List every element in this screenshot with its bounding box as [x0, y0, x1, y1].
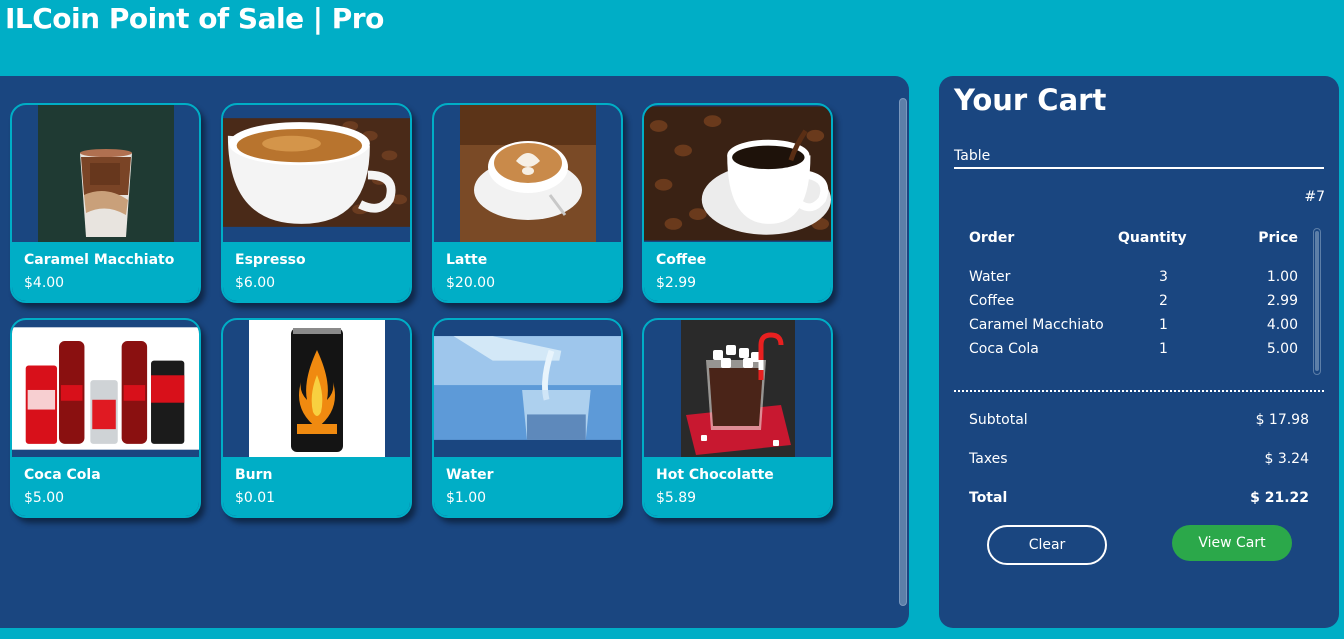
burn-image: [223, 320, 410, 457]
cart-divider: [954, 390, 1324, 392]
cart-item-qty: 2: [1159, 293, 1168, 309]
order-list-scrollbar[interactable]: [1313, 228, 1321, 375]
product-card-espresso[interactable]: Espresso $6.00: [221, 103, 412, 303]
cart-item-qty: 1: [1159, 317, 1168, 333]
cart-item-qty: 3: [1159, 269, 1168, 285]
order-column-header: Order: [969, 230, 1015, 246]
product-card-water[interactable]: Water $1.00: [432, 318, 623, 518]
coffee-image: [644, 105, 831, 242]
product-info: Coca Cola $5.00: [12, 457, 199, 516]
product-info: Caramel Macchiato $4.00: [12, 242, 199, 301]
cart-item-name: Coca Cola: [969, 341, 1039, 357]
app-title: ILCoin Point of Sale | Pro: [5, 2, 384, 35]
product-info: Coffee $2.99: [644, 242, 831, 301]
product-info: Espresso $6.00: [223, 242, 410, 301]
cart-item-price: 1.00: [1266, 269, 1298, 285]
taxes-value: $ 3.24: [1264, 451, 1309, 467]
total-value: $ 21.22: [1250, 490, 1309, 506]
cart-item-name: Water: [969, 269, 1011, 285]
table-field[interactable]: [954, 167, 1324, 169]
product-card-coca-cola[interactable]: Coca Cola $5.00: [10, 318, 201, 518]
latte-image: [434, 105, 621, 242]
taxes-row: Taxes $ 3.24: [969, 451, 1309, 467]
product-card-latte[interactable]: Latte $20.00: [432, 103, 623, 303]
cart-item-qty: 1: [1159, 341, 1168, 357]
product-info: Water $1.00: [434, 457, 621, 516]
cart-item-price: 2.99: [1266, 293, 1298, 309]
cart-item-price: 5.00: [1266, 341, 1298, 357]
product-price: $20.00: [446, 275, 495, 291]
subtotal-label: Subtotal: [969, 412, 1028, 428]
product-name: Coffee: [656, 252, 707, 268]
product-price: $4.00: [24, 275, 65, 291]
product-name: Latte: [446, 252, 488, 268]
product-price: $1.00: [446, 490, 487, 506]
total-row: Total $ 21.22: [969, 490, 1309, 506]
product-info: Burn $0.01: [223, 457, 410, 516]
quantity-column-header: Quantity: [1118, 230, 1187, 246]
product-price: $5.89: [656, 490, 697, 506]
water-image: [434, 320, 621, 457]
cart-title: Your Cart: [954, 83, 1107, 117]
taxes-label: Taxes: [969, 451, 1008, 467]
price-column-header: Price: [1258, 230, 1298, 246]
hot-chocolatte-image: [644, 320, 831, 457]
caramel-macchiato-image: [12, 105, 199, 242]
cart-item-name: Coffee: [969, 293, 1015, 309]
cart-panel: Your Cart Table #7 Order Quantity Price …: [939, 76, 1339, 628]
subtotal-value: $ 17.98: [1255, 412, 1309, 428]
product-card-caramel-macchiato[interactable]: Caramel Macchiato $4.00: [10, 103, 201, 303]
product-price: $2.99: [656, 275, 697, 291]
product-card-coffee[interactable]: Coffee $2.99: [642, 103, 833, 303]
products-panel: Caramel Macchiato $4.00 Espresso $6.00 L…: [0, 76, 909, 628]
product-name: Espresso: [235, 252, 306, 268]
table-number: #7: [1304, 189, 1325, 205]
cart-item-row[interactable]: Coffee 2 2.99: [939, 293, 1339, 317]
coca-cola-image: [12, 320, 199, 457]
subtotal-row: Subtotal $ 17.98: [969, 412, 1309, 428]
espresso-image: [223, 105, 410, 242]
product-info: Latte $20.00: [434, 242, 621, 301]
product-name: Burn: [235, 467, 273, 483]
table-label: Table: [954, 148, 991, 164]
total-label: Total: [969, 490, 1008, 506]
product-name: Hot Chocolatte: [656, 467, 774, 483]
cart-item-row[interactable]: Water 3 1.00: [939, 269, 1339, 293]
cart-item-row[interactable]: Caramel Macchiato 1 4.00: [939, 317, 1339, 341]
product-name: Water: [446, 467, 494, 483]
view-cart-button[interactable]: View Cart: [1172, 525, 1292, 561]
product-info: Hot Chocolatte $5.89: [644, 457, 831, 516]
product-price: $5.00: [24, 490, 65, 506]
product-price: $0.01: [235, 490, 276, 506]
product-card-burn[interactable]: Burn $0.01: [221, 318, 412, 518]
product-card-hot-chocolatte[interactable]: Hot Chocolatte $5.89: [642, 318, 833, 518]
cart-item-name: Caramel Macchiato: [969, 317, 1104, 333]
clear-button[interactable]: Clear: [987, 525, 1107, 565]
cart-item-row[interactable]: Coca Cola 1 5.00: [939, 341, 1339, 365]
product-name: Coca Cola: [24, 467, 101, 483]
product-name: Caramel Macchiato: [24, 252, 175, 268]
product-price: $6.00: [235, 275, 276, 291]
cart-item-price: 4.00: [1266, 317, 1298, 333]
products-scrollbar[interactable]: [899, 98, 907, 606]
